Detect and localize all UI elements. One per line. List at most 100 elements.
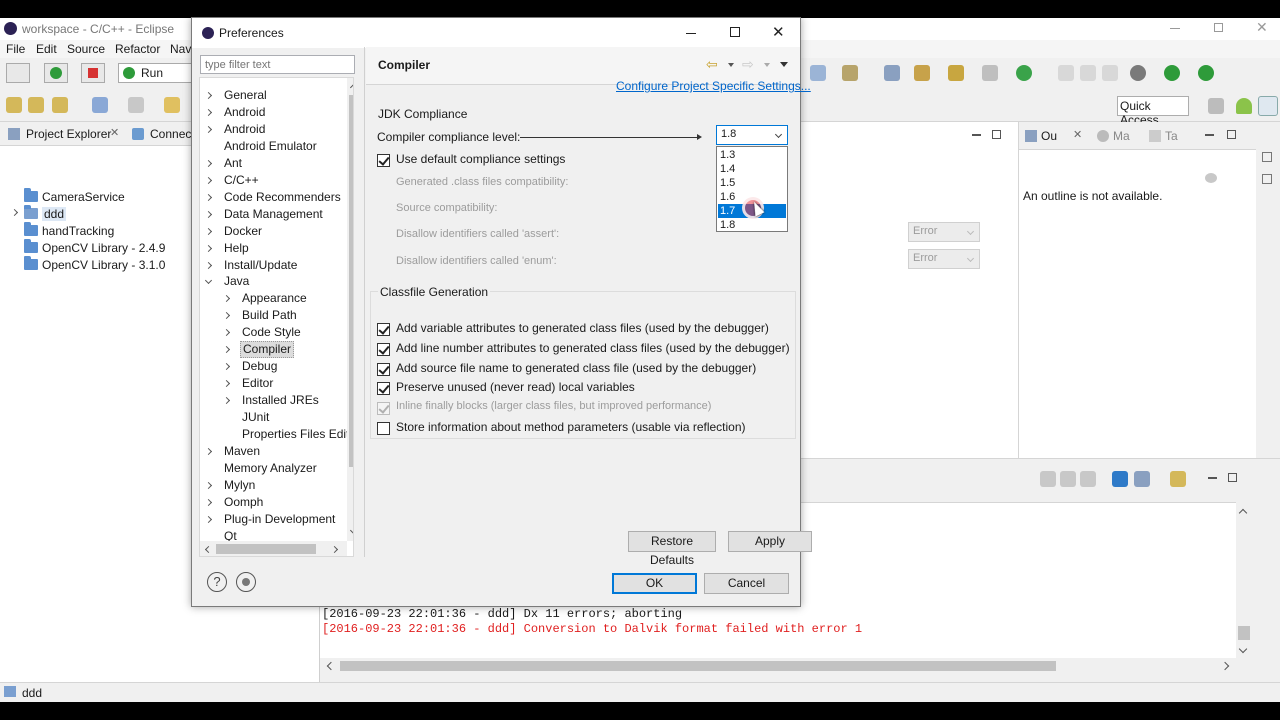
tools-icon[interactable]: [842, 65, 858, 81]
chevron-right-icon[interactable]: [222, 312, 231, 320]
close-tab-icon[interactable]: ✕: [110, 126, 119, 139]
tree-item[interactable]: Installed JREs: [222, 392, 353, 409]
scroll-down-icon[interactable]: [1238, 644, 1248, 654]
console-vertical-scrollbar[interactable]: [1236, 502, 1252, 674]
external-tools-icon[interactable]: [1198, 65, 1214, 81]
page-icon[interactable]: [1058, 65, 1074, 81]
scroll-lock-icon[interactable]: [1060, 471, 1076, 487]
outline-menu-icon[interactable]: [1205, 173, 1217, 183]
new-project-icon[interactable]: [6, 97, 22, 113]
display-console-icon[interactable]: [1134, 471, 1150, 487]
tree-item[interactable]: Java: [204, 273, 344, 290]
open-folder-icon[interactable]: [28, 97, 44, 113]
tree-item[interactable]: Android: [204, 104, 344, 121]
tree-item[interactable]: Mylyn: [204, 477, 344, 494]
ok-button[interactable]: OK: [612, 573, 697, 594]
chevron-right-icon[interactable]: [204, 125, 213, 133]
chevron-right-icon[interactable]: [204, 481, 213, 489]
chevron-right-icon[interactable]: [222, 397, 231, 405]
menu-source[interactable]: Source: [67, 42, 105, 56]
tree-item[interactable]: Oomph: [204, 494, 344, 511]
tab-make[interactable]: Ma: [1113, 129, 1130, 143]
apply-button[interactable]: Apply: [728, 531, 812, 552]
copy-icon[interactable]: [1080, 65, 1096, 81]
tree-item[interactable]: Code Style: [222, 324, 353, 341]
chevron-right-icon[interactable]: [204, 176, 213, 184]
chevron-right-icon[interactable]: [222, 363, 231, 371]
project-ddd[interactable]: ddd: [10, 205, 67, 222]
console-horizontal-scrollbar[interactable]: [320, 658, 1236, 674]
tree-item[interactable]: JUnit: [222, 409, 353, 426]
open-perspective-icon[interactable]: [1208, 98, 1224, 114]
tree-item[interactable]: Memory Analyzer: [204, 460, 344, 477]
minimize-view-icon[interactable]: [1208, 477, 1217, 479]
chevron-right-icon[interactable]: [204, 193, 213, 201]
chevron-right-icon[interactable]: [204, 91, 213, 100]
classfile-option-checkbox[interactable]: [377, 422, 390, 435]
tab-outline[interactable]: Ou: [1041, 129, 1057, 143]
tree-item[interactable]: Debug: [222, 358, 353, 375]
run-last-icon[interactable]: [1164, 65, 1180, 81]
classfile-option-checkbox[interactable]: [377, 342, 390, 356]
quick-access-field[interactable]: Quick Access: [1117, 96, 1189, 127]
restore-icon[interactable]: [1214, 23, 1223, 32]
classfile-option-checkbox[interactable]: [377, 362, 390, 376]
clear-console-icon[interactable]: [1040, 471, 1056, 487]
stop-red-icon[interactable]: [81, 63, 105, 83]
minimize-view-icon[interactable]: [1205, 134, 1214, 136]
tree-item[interactable]: Appearance: [222, 290, 353, 307]
new-file-icon[interactable]: [982, 65, 998, 81]
trim-icon[interactable]: [1262, 152, 1272, 162]
tree-item[interactable]: Code Recommenders: [204, 189, 344, 206]
import-export-icon[interactable]: [236, 572, 256, 592]
classfile-option-checkbox[interactable]: [377, 382, 390, 396]
tree-vertical-scrollbar[interactable]: [347, 78, 353, 541]
cancel-button[interactable]: Cancel: [704, 573, 789, 594]
tree-item[interactable]: Android Emulator: [204, 138, 344, 155]
refresh-icon[interactable]: [1016, 65, 1032, 81]
view-menu-icon[interactable]: [780, 62, 788, 67]
compliance-level-combo[interactable]: 1.8: [716, 125, 788, 145]
chevron-right-icon[interactable]: [204, 159, 213, 167]
chevron-right-icon[interactable]: [222, 346, 231, 354]
word-wrap-icon[interactable]: [1080, 471, 1096, 487]
back-arrow-icon[interactable]: ⇦: [706, 56, 718, 73]
chevron-right-icon[interactable]: [204, 515, 213, 523]
forward-arrow-icon[interactable]: ⇨: [742, 56, 754, 73]
tree-item[interactable]: General: [204, 87, 344, 104]
tree-item[interactable]: Android: [204, 121, 344, 138]
back-icon[interactable]: [164, 97, 180, 113]
minimize-icon[interactable]: [1170, 28, 1180, 29]
tree-item[interactable]: Install/Update: [204, 257, 344, 274]
maximize-view-icon[interactable]: [1228, 473, 1237, 482]
minimize-view-icon[interactable]: [972, 134, 981, 136]
tree-item[interactable]: Maven: [204, 443, 344, 460]
project-camera-service[interactable]: CameraService: [24, 188, 125, 205]
scroll-thumb[interactable]: [349, 95, 353, 467]
annotation-icon[interactable]: [92, 97, 108, 113]
restore-defaults-button[interactable]: Restore Defaults: [628, 531, 716, 567]
maximize-view-icon[interactable]: [992, 130, 1001, 139]
menu-edit[interactable]: Edit: [36, 42, 57, 56]
project-hand-tracking[interactable]: handTracking: [24, 222, 114, 239]
new-folder-icon[interactable]: [948, 65, 964, 81]
tree-item[interactable]: Properties Files Edito: [222, 426, 353, 443]
chevron-right-icon[interactable]: [204, 210, 213, 218]
dropdown-option[interactable]: 1.3: [718, 148, 786, 162]
chevron-down-icon[interactable]: [204, 277, 213, 285]
scroll-thumb[interactable]: [216, 544, 316, 554]
trim-icon[interactable]: [1262, 174, 1272, 184]
maximize-icon[interactable]: [730, 27, 740, 37]
chevron-right-icon[interactable]: [204, 498, 213, 506]
classfile-option-checkbox[interactable]: [377, 323, 390, 336]
tab-project-explorer[interactable]: Project Explorer: [26, 127, 111, 141]
chevron-right-icon[interactable]: [204, 244, 213, 252]
cpp-perspective-icon[interactable]: [1258, 96, 1278, 116]
scroll-left-icon[interactable]: [326, 661, 336, 671]
chevron-right-icon[interactable]: [222, 380, 231, 388]
run-green-icon[interactable]: [44, 63, 68, 83]
debug-icon[interactable]: [810, 65, 826, 81]
tree-item[interactable]: Editor: [222, 375, 353, 392]
settings-gear-icon[interactable]: [1130, 65, 1146, 81]
tree-item[interactable]: Ant: [204, 155, 344, 172]
